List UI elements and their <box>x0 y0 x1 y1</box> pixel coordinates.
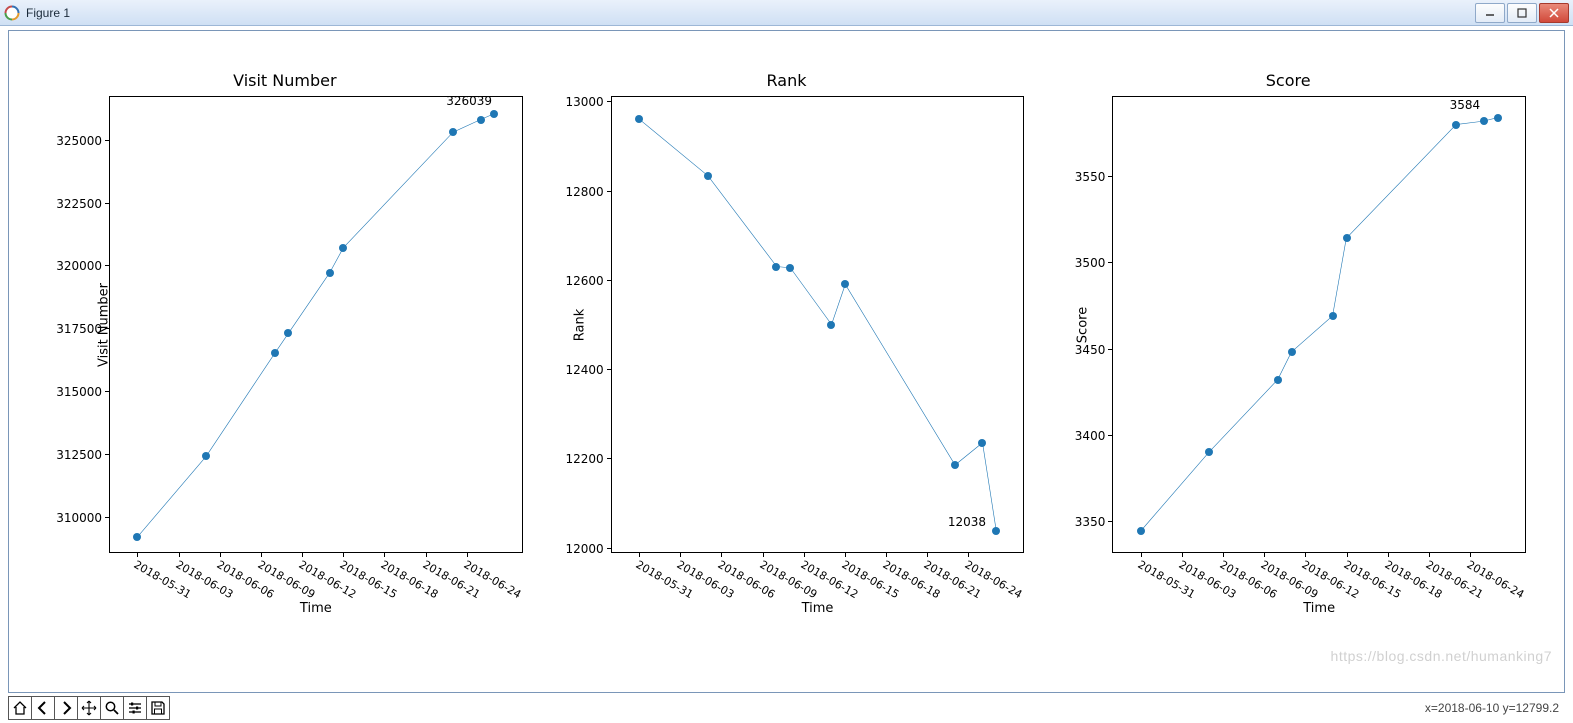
x-tick: 2018-06-15 <box>1347 552 1348 557</box>
x-tick: 2018-06-21 <box>426 552 427 557</box>
annotation: 12038 <box>948 515 986 529</box>
x-axis-label: Time <box>1112 601 1526 616</box>
mpl-toolbar: x=2018-06-10 y=12799.2 <box>8 695 1565 721</box>
x-tick: 2018-06-06 <box>1223 552 1224 557</box>
data-point <box>326 269 334 277</box>
window-title: Figure 1 <box>26 6 70 20</box>
y-axis-label: Rank <box>572 308 587 340</box>
x-tick: 2018-06-21 <box>927 552 928 557</box>
x-tick: 2018-06-12 <box>804 552 805 557</box>
data-point <box>1329 312 1337 320</box>
x-tick: 2018-06-09 <box>1264 552 1265 557</box>
data-point <box>1480 117 1488 125</box>
x-tick: 2018-06-21 <box>1429 552 1430 557</box>
x-tick: 2018-06-03 <box>179 552 180 557</box>
data-line <box>612 97 1024 552</box>
save-icon[interactable] <box>146 696 170 720</box>
x-tick: 2018-06-03 <box>680 552 681 557</box>
chart-title: Score <box>1042 71 1534 90</box>
chart-title: Visit Number <box>39 71 531 90</box>
data-line <box>110 97 522 552</box>
back-icon[interactable] <box>31 696 55 720</box>
data-point <box>978 439 986 447</box>
x-tick: 2018-06-15 <box>343 552 344 557</box>
x-tick: 2018-06-18 <box>1388 552 1389 557</box>
axes: Rank1200012200124001260012800130002018-0… <box>611 96 1025 553</box>
app-icon <box>4 5 20 21</box>
x-tick: 2018-05-31 <box>1141 552 1142 557</box>
x-axis-label: Time <box>611 601 1025 616</box>
data-point <box>477 116 485 124</box>
data-point <box>951 461 959 469</box>
pan-icon[interactable] <box>77 696 101 720</box>
zoom-icon[interactable] <box>100 696 124 720</box>
x-tick: 2018-06-12 <box>1305 552 1306 557</box>
x-tick: 2018-06-15 <box>845 552 846 557</box>
forward-icon[interactable] <box>54 696 78 720</box>
x-tick: 2018-06-24 <box>1470 552 1471 557</box>
data-point <box>1343 234 1351 242</box>
x-tick: 2018-06-24 <box>968 552 969 557</box>
window-titlebar: Figure 1 <box>0 0 1573 26</box>
close-button[interactable] <box>1539 3 1569 23</box>
x-axis-label: Time <box>109 601 523 616</box>
x-tick: 2018-05-31 <box>639 552 640 557</box>
configure-icon[interactable] <box>123 696 147 720</box>
y-axis-label: Score <box>1076 306 1091 342</box>
data-point <box>1274 376 1282 384</box>
data-point <box>772 263 780 271</box>
data-point <box>992 527 1000 535</box>
axes: Score335034003450350035502018-05-312018-… <box>1112 96 1526 553</box>
x-tick: 2018-06-12 <box>302 552 303 557</box>
annotation: 3584 <box>1450 98 1481 112</box>
figure-canvas[interactable]: Visit Number Visit Number3100003125003150… <box>8 30 1565 693</box>
data-line <box>1113 97 1525 552</box>
chart-title: Rank <box>541 71 1033 90</box>
minimize-button[interactable] <box>1475 3 1505 23</box>
x-tick: 2018-05-31 <box>137 552 138 557</box>
x-tick: 2018-06-24 <box>467 552 468 557</box>
maximize-button[interactable] <box>1507 3 1537 23</box>
data-point <box>704 172 712 180</box>
x-tick: 2018-06-06 <box>220 552 221 557</box>
x-tick: 2018-06-03 <box>1182 552 1183 557</box>
x-tick: 2018-06-09 <box>261 552 262 557</box>
annotation: 326039 <box>446 94 492 108</box>
data-point <box>1494 114 1502 122</box>
data-point <box>1288 348 1296 356</box>
plots-row: Visit Number Visit Number3100003125003150… <box>9 31 1564 692</box>
x-tick: 2018-06-18 <box>384 552 385 557</box>
coord-readout: x=2018-06-10 y=12799.2 <box>1425 701 1559 715</box>
subplot-1: Rank Rank12000122001240012600128001300020… <box>541 71 1033 632</box>
window-controls <box>1475 3 1569 23</box>
data-point <box>786 264 794 272</box>
x-tick: 2018-06-06 <box>721 552 722 557</box>
axes: Visit Number3100003125003150003175003200… <box>109 96 523 553</box>
data-point <box>827 321 835 329</box>
x-tick: 2018-06-18 <box>886 552 887 557</box>
subplot-0: Visit Number Visit Number3100003125003150… <box>39 71 531 632</box>
subplot-2: Score Score335034003450350035502018-05-31… <box>1042 71 1534 632</box>
data-point <box>1452 121 1460 129</box>
home-icon[interactable] <box>8 696 32 720</box>
data-point <box>490 110 498 118</box>
x-tick: 2018-06-09 <box>763 552 764 557</box>
